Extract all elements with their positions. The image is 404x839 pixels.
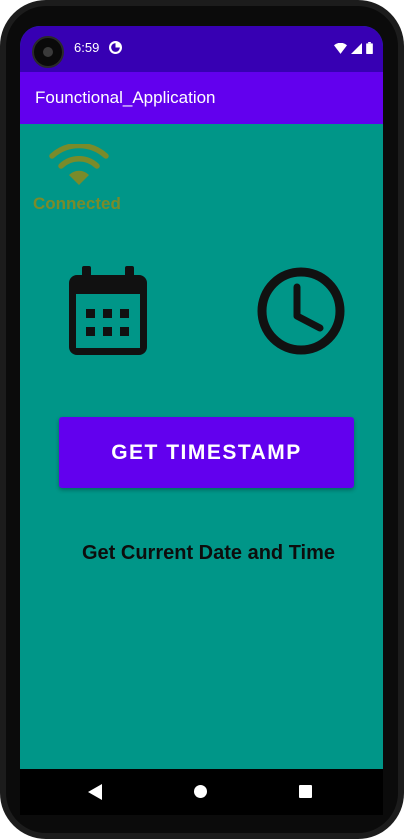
home-button[interactable] [194, 785, 207, 798]
status-bar: 6:59 [20, 26, 383, 72]
app-screen: 6:59 Founctional_Application Connected G… [20, 26, 383, 769]
connection-status-label: Connected [33, 194, 121, 213]
system-icons [334, 42, 373, 54]
app-bar: Founctional_Application [20, 72, 383, 124]
wifi-icon [334, 42, 347, 54]
signal-icon [351, 42, 362, 54]
get-timestamp-button[interactable]: GET TIMESTAMP [59, 417, 354, 488]
app-title: Founctional_Application [35, 88, 216, 107]
wifi-icon [49, 144, 109, 185]
calendar-icon [69, 266, 147, 355]
status-time: 6:59 [74, 40, 100, 55]
back-button[interactable] [88, 784, 102, 800]
navigation-bar [20, 769, 383, 815]
data-saver-icon [109, 41, 122, 54]
camera-cutout [32, 36, 64, 68]
recents-button[interactable] [299, 785, 312, 798]
clock-icon [257, 267, 345, 355]
timestamp-result-label: Get Current Date and Time [82, 542, 336, 564]
battery-icon [366, 42, 373, 54]
